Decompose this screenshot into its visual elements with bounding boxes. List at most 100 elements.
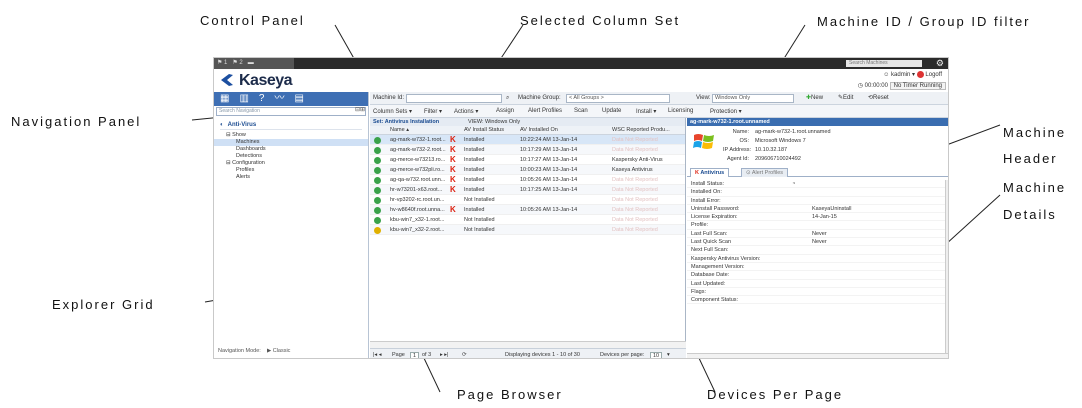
play-icon: ▶ — [266, 348, 272, 354]
cell-name[interactable]: ag-merce-w73213.ro... — [390, 157, 445, 163]
nav-item-detections[interactable]: Detections — [214, 153, 368, 160]
detail-row: Installed On: — [687, 188, 945, 197]
timer[interactable]: ◷ 00:00:00 No Timer Running — [858, 82, 946, 90]
grid-horizontal-scrollbar[interactable] — [370, 341, 686, 348]
cell-name[interactable]: hr-vp3202-rc.root.un... — [390, 197, 444, 203]
filter-button[interactable]: Filter ▾ — [424, 108, 442, 115]
table-row[interactable]: kbu-win7_x32-1.root... Not Installed Data … — [370, 215, 685, 225]
cell-name[interactable]: ag-mark-w732-2.root... — [390, 147, 446, 153]
col-name-header[interactable]: Name ▴ — [390, 127, 409, 133]
user-name[interactable]: kadmin ▾ — [891, 72, 915, 78]
callout-machine-details-line1: Machine — [1003, 180, 1067, 195]
detail-key: Profile: — [691, 222, 709, 229]
install-button[interactable]: Install ▾ — [636, 108, 656, 115]
column-sets-button[interactable]: Column Sets ▾ — [373, 108, 412, 115]
detail-row: Last Quick Scan Never — [687, 238, 945, 247]
calendar-icon[interactable]: ▤ — [294, 92, 303, 106]
cell-name[interactable]: hv-w8640f.root.unna... — [390, 207, 445, 213]
cell-name[interactable]: ag-qa-w732.root.unn... — [390, 177, 445, 183]
help-icon[interactable]: ? — [259, 92, 265, 106]
col-wsc-header[interactable]: WSC Reported Produ... — [612, 127, 670, 133]
notification-badges[interactable]: ⚑ 1 ⚑ 2 ▬ — [214, 58, 294, 69]
alert-profiles-button[interactable]: Alert Profiles — [528, 108, 562, 114]
timer-status[interactable]: No Timer Running — [889, 82, 946, 90]
selected-column-set-bar: Set: Antivirus Installation VIEW: Window… — [370, 118, 685, 126]
nav-item-machines[interactable]: Machines — [214, 139, 368, 146]
grid-header: Name ▴ AV Install Status AV Installed On… — [370, 126, 685, 135]
update-button[interactable]: Update — [602, 108, 621, 114]
nav-folder-show[interactable]: ⊟ Show — [214, 132, 368, 139]
nav-collapse-buttons[interactable]: ⊟⊞ — [355, 107, 365, 114]
logoff-link[interactable]: Logoff — [925, 72, 942, 78]
table-row[interactable]: ag-merce-w732pli.ro... K Installed 10:00:23… — [370, 165, 685, 175]
column-set-label: Set: Antivirus Installation — [373, 119, 440, 125]
table-row[interactable]: ag-mark-w732-2.root... K Installed 10:17:29… — [370, 145, 685, 155]
scan-button[interactable]: Scan — [574, 108, 588, 114]
tab-alert-profiles[interactable]: ⊙ Alert Profiles — [741, 168, 789, 177]
cell-wsc: Data Not Reported — [612, 227, 658, 233]
machine-ip-value: 10.10.32.187 — [755, 147, 788, 153]
assign-button[interactable]: Assign — [496, 108, 514, 114]
nav-search-input[interactable]: Search Navigation ⊟⊞ — [216, 107, 366, 116]
nav-item-dashboards[interactable]: Dashboards — [214, 146, 368, 153]
navigation-mode[interactable]: Navigation Mode: ▶ Classic — [218, 348, 290, 354]
navigation-mode-value[interactable]: Classic — [273, 348, 291, 354]
nav-module-antivirus[interactable]: ◐ Anti-Virus — [220, 120, 362, 130]
cell-av-status: Not Installed — [464, 197, 495, 203]
book-icon[interactable]: ▥ — [239, 92, 248, 106]
gear-icon[interactable]: ⚙ — [936, 58, 944, 69]
kaspersky-icon: K — [450, 155, 456, 164]
details-horizontal-scrollbar[interactable] — [687, 353, 948, 358]
details-vertical-scrollbar[interactable] — [945, 180, 948, 356]
table-row[interactable]: hr-w73201-x63.root... K Installed 10:17:25 … — [370, 185, 685, 195]
refresh-icon[interactable]: ⟳ — [462, 352, 467, 358]
chart-icon[interactable]: 〰 — [274, 92, 284, 106]
online-status-icon — [374, 157, 381, 164]
first-page-button[interactable]: |◂ ◂ — [373, 352, 381, 358]
table-row[interactable]: ag-merce-w73213.ro... K Installed 10:17:27 … — [370, 155, 685, 165]
search-icon[interactable]: ⌕ — [506, 95, 509, 102]
actions-button[interactable]: Actions ▾ — [454, 108, 478, 115]
table-row[interactable]: hr-vp3202-rc.root.un... Not Installed Data… — [370, 195, 685, 205]
detail-row: Uninstall Password: KaseyaUninstall — [687, 205, 945, 214]
col-av-installed-header[interactable]: AV Installed On — [520, 127, 558, 133]
reset-view-button[interactable]: ⟲Reset — [868, 94, 889, 101]
page-count: of 3 — [422, 352, 432, 358]
licensing-button[interactable]: Licensing — [668, 108, 693, 114]
machine-search-input[interactable]: Search Machines — [846, 60, 922, 67]
clock-icon: ◷ — [857, 83, 863, 89]
machine-ip-label: IP Address: — [723, 147, 752, 153]
modules-icon[interactable]: ▦ — [220, 92, 229, 106]
nav-item-alerts[interactable]: Alerts — [214, 174, 368, 181]
user-menu[interactable]: ☺ kadmin ▾ Logoff — [883, 71, 942, 78]
cell-name[interactable]: kbu-win7_x32-1.root... — [390, 217, 444, 223]
cell-name[interactable]: hr-w73201-x63.root... — [390, 187, 442, 193]
table-row[interactable]: hv-w8640f.root.unna... K Installed 10:05:26… — [370, 205, 685, 215]
table-row[interactable]: ag-qa-w732.root.unn... K Installed 10:05:26… — [370, 175, 685, 185]
col-av-status-header[interactable]: AV Install Status — [464, 127, 504, 133]
table-row[interactable]: ag-mark-w732-1.root... K Installed 10:22:24… — [370, 135, 685, 145]
view-select[interactable]: Windows Only — [712, 94, 794, 103]
edit-view-button[interactable]: ✎Edit — [838, 94, 853, 101]
tab-antivirus[interactable]: K Antivirus — [690, 168, 730, 177]
machine-id-input[interactable] — [406, 94, 502, 103]
warning-status-icon — [374, 227, 381, 234]
protection-button[interactable]: Protection ▾ — [710, 108, 742, 115]
explorer-grid: Set: Antivirus Installation VIEW: Window… — [370, 118, 686, 358]
cell-name[interactable]: ag-merce-w732pli.ro... — [390, 167, 445, 173]
devices-per-page-select[interactable]: 10 — [650, 352, 663, 358]
new-view-button[interactable]: ✚New — [806, 94, 823, 101]
page-input[interactable]: 1 — [410, 352, 420, 358]
cell-name[interactable]: kbu-win7_x32-2.root... — [390, 227, 444, 233]
machine-id-label: Machine Id: — [373, 95, 405, 101]
chevron-down-icon[interactable]: ▾ — [667, 352, 670, 358]
nav-item-profiles[interactable]: Profiles — [214, 167, 368, 174]
next-page-button[interactable]: ▸ ▸| — [440, 352, 448, 358]
kaseya-logo-text: Kaseya — [239, 72, 293, 89]
machine-id-group-filter: Machine Id: ⌕ Machine Group: < All Group… — [370, 92, 948, 105]
detail-key: Next Full Scan: — [691, 247, 729, 254]
cell-name[interactable]: ag-mark-w732-1.root... — [390, 137, 446, 143]
nav-folder-configuration[interactable]: ⊟ Configuration — [214, 160, 368, 167]
table-row[interactable]: kbu-win7_x32-2.root... Not Installed Data … — [370, 225, 685, 235]
machine-group-select[interactable]: < All Groups > — [566, 94, 670, 103]
